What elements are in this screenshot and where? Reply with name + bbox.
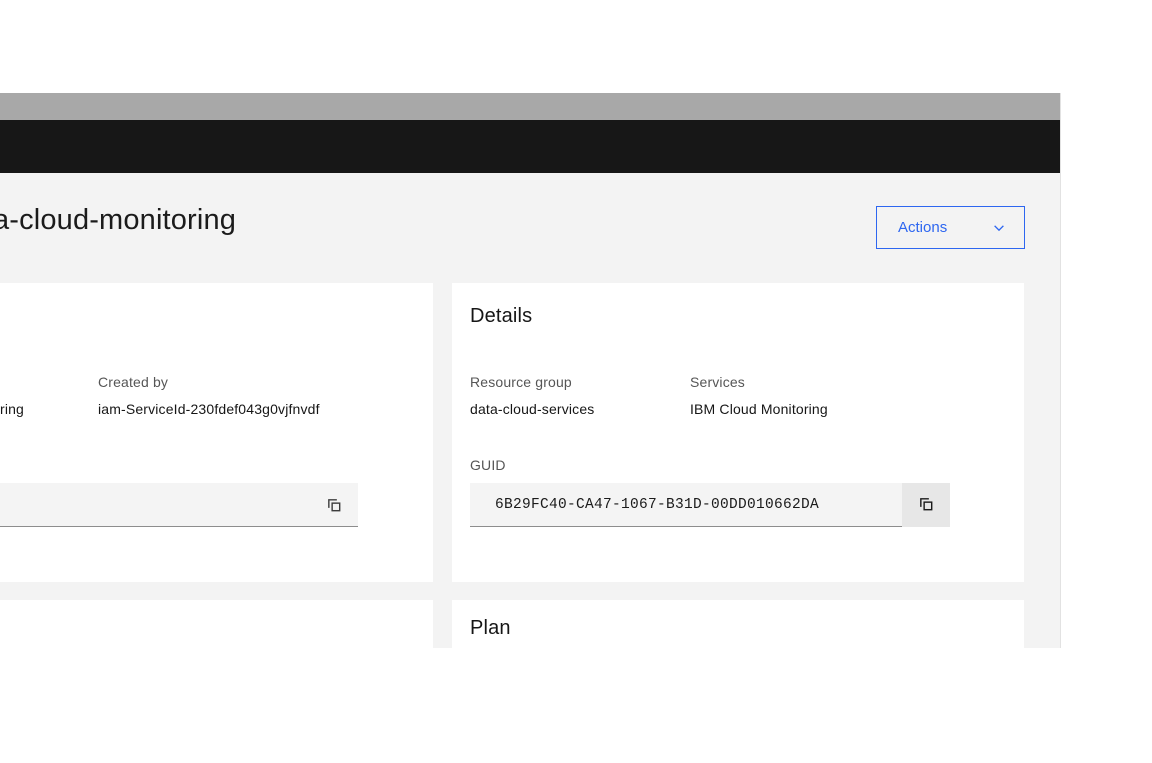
- top-gray-bar: [0, 93, 1060, 120]
- details-card: Details Resource group data-cloud-servic…: [452, 283, 1024, 582]
- page-title: a-cloud-monitoring: [0, 204, 237, 236]
- guid-label: GUID: [470, 457, 506, 473]
- actions-button[interactable]: Actions: [876, 206, 1025, 249]
- services-value: IBM Cloud Monitoring: [690, 401, 828, 417]
- resource-group-label: Resource group: [470, 374, 572, 390]
- created-by-label: Created by: [98, 374, 169, 390]
- resource-group-value: data-cloud-services: [470, 401, 595, 417]
- page-content: a-cloud-monitoring Actions ring Created …: [0, 173, 1060, 648]
- guid-field[interactable]: 6B29FC40-CA47-1067-B31D-00DD010662DA: [470, 482, 950, 527]
- copy-icon: [919, 498, 932, 511]
- cropped-copy-field[interactable]: [0, 483, 358, 527]
- page: a-cloud-monitoring Actions ring Created …: [0, 0, 1152, 648]
- bottom-left-card: [0, 600, 433, 648]
- plan-card: Plan: [452, 600, 1024, 648]
- cropped-field-value: ring: [0, 401, 24, 417]
- overview-card: ring Created by iam-ServiceId-230fdef043…: [0, 283, 433, 582]
- chevron-down-icon: [994, 224, 1004, 231]
- created-by-value: iam-ServiceId-230fdef043g0vjfnvdf: [98, 401, 320, 417]
- details-card-title: Details: [470, 305, 533, 327]
- guid-copy-button[interactable]: [902, 482, 950, 527]
- plan-card-title: Plan: [470, 617, 511, 639]
- guid-value: 6B29FC40-CA47-1067-B31D-00DD010662DA: [495, 496, 820, 513]
- app-window: a-cloud-monitoring Actions ring Created …: [0, 93, 1061, 648]
- copy-icon: [328, 498, 341, 511]
- global-header-bar: [0, 120, 1060, 173]
- actions-button-label: Actions: [898, 219, 948, 236]
- copy-button[interactable]: [326, 496, 344, 514]
- services-label: Services: [690, 374, 745, 390]
